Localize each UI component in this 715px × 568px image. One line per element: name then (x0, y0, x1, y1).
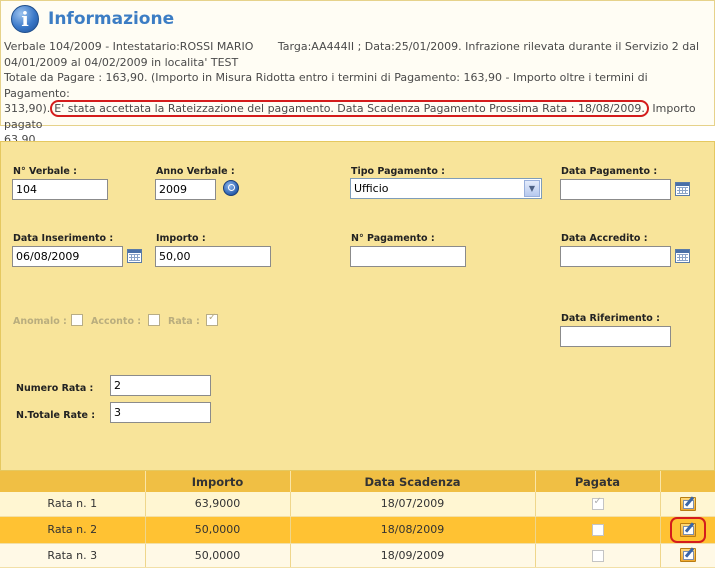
pagata-checkbox[interactable] (591, 524, 604, 536)
edit-highlight (669, 516, 706, 543)
tipo-pagamento-label: Tipo Pagamento : (351, 166, 445, 177)
data-inserimento-label: Data Inserimento : (13, 233, 114, 244)
rata-cell: Rata n. 1 (0, 492, 146, 517)
table-header: Importo Data Scadenza Pagata (0, 471, 715, 492)
importo-cell: 50,0000 (145, 516, 291, 544)
info-title: Informazione (48, 9, 175, 29)
column-header-pagata[interactable]: Pagata (535, 471, 661, 492)
anomalo-label: Anomalo : (13, 316, 67, 327)
info-periodo: 04/01/2009 al 04/02/2009 in localita' TE… (4, 55, 239, 69)
numero-rata-label: Numero Rata : (16, 383, 94, 394)
edit-icon[interactable] (679, 496, 696, 511)
n-pagamento-input[interactable] (350, 246, 466, 267)
data-accredito-input[interactable] (560, 246, 671, 267)
n-verbale-input[interactable]: 104 (12, 179, 108, 200)
table-row[interactable]: Rata n. 3 50,0000 18/09/2009 (0, 543, 715, 568)
rata-checkbox[interactable] (206, 312, 218, 326)
calendar-icon[interactable] (127, 249, 142, 263)
anomalo-checkbox[interactable] (71, 314, 83, 326)
chevron-down-icon[interactable]: ▼ (524, 180, 540, 197)
tipo-pagamento-select[interactable]: Ufficio ▼ (350, 178, 542, 199)
rateizzazione-highlight: E' stata accettata la Rateizzazione del … (50, 100, 649, 117)
data-riferimento-label: Data Riferimento : (561, 313, 660, 324)
search-icon[interactable] (223, 180, 239, 196)
column-header-scadenza[interactable]: Data Scadenza (290, 471, 536, 492)
data-riferimento-input[interactable] (560, 326, 671, 347)
payment-form: N° Verbale : 104 Anno Verbale : 2009 Tip… (0, 141, 715, 471)
pagata-checkbox[interactable] (591, 496, 604, 511)
table-row[interactable]: Rata n. 1 63,9000 18/07/2009 (0, 492, 715, 517)
importo-cell: 50,0000 (145, 543, 291, 568)
rata-cell: Rata n. 3 (0, 543, 146, 568)
column-header (660, 471, 715, 492)
data-pagamento-input[interactable] (560, 179, 671, 200)
edit-icon[interactable] (679, 548, 696, 562)
data-pagamento-label: Data Pagamento : (561, 166, 658, 177)
info-oltre-value: 313,90). (4, 102, 51, 115)
scadenza-cell: 18/07/2009 (290, 492, 536, 517)
info-totale: Totale da Pagare : 163,90. (Importo in M… (4, 71, 648, 100)
anno-verbale-input[interactable]: 2009 (155, 179, 216, 200)
tipo-pagamento-value: Ufficio (354, 182, 389, 195)
totale-rate-label: N.Totale Rate : (16, 410, 96, 421)
column-header-importo[interactable]: Importo (145, 471, 291, 492)
column-header (0, 471, 146, 492)
info-verbale: Verbale 104/2009 - Intestatario:ROSSI MA… (4, 40, 254, 53)
acconto-label: Acconto : (91, 316, 142, 327)
info-text: Verbale 104/2009 - Intestatario:ROSSI MA… (4, 39, 704, 148)
scadenza-cell: 18/09/2009 (290, 543, 536, 568)
scadenza-cell: 18/08/2009 (290, 516, 536, 544)
calendar-icon[interactable] (675, 249, 690, 263)
data-inserimento-input[interactable]: 06/08/2009 (12, 246, 123, 267)
rata-label: Rata : (168, 316, 200, 327)
n-pagamento-label: N° Pagamento : (351, 233, 435, 244)
rata-cell: Rata n. 2 (0, 516, 146, 544)
importo-cell: 63,9000 (145, 492, 291, 517)
importo-input[interactable]: 50,00 (155, 246, 271, 267)
anno-verbale-label: Anno Verbale : (156, 166, 235, 177)
edit-icon[interactable] (679, 522, 696, 537)
info-targa: Targa:AA444II ; Data:25/01/2009. Infrazi… (277, 40, 700, 53)
info-icon: i (11, 5, 39, 33)
calendar-icon[interactable] (675, 182, 690, 196)
instalments-table: Importo Data Scadenza Pagata Rata n. 1 6… (0, 471, 715, 568)
table-row-selected[interactable]: Rata n. 2 50,0000 18/08/2009 (0, 516, 715, 544)
acconto-checkbox[interactable] (148, 314, 160, 326)
info-panel: i Informazione Verbale 104/2009 - Intest… (0, 0, 715, 146)
totale-rate-input[interactable]: 3 (110, 402, 211, 423)
numero-rata-input[interactable]: 2 (110, 375, 211, 396)
n-verbale-label: N° Verbale : (13, 166, 77, 177)
importo-label: Importo : (156, 233, 206, 244)
data-accredito-label: Data Accredito : (561, 233, 648, 244)
pagata-checkbox[interactable] (591, 549, 604, 562)
